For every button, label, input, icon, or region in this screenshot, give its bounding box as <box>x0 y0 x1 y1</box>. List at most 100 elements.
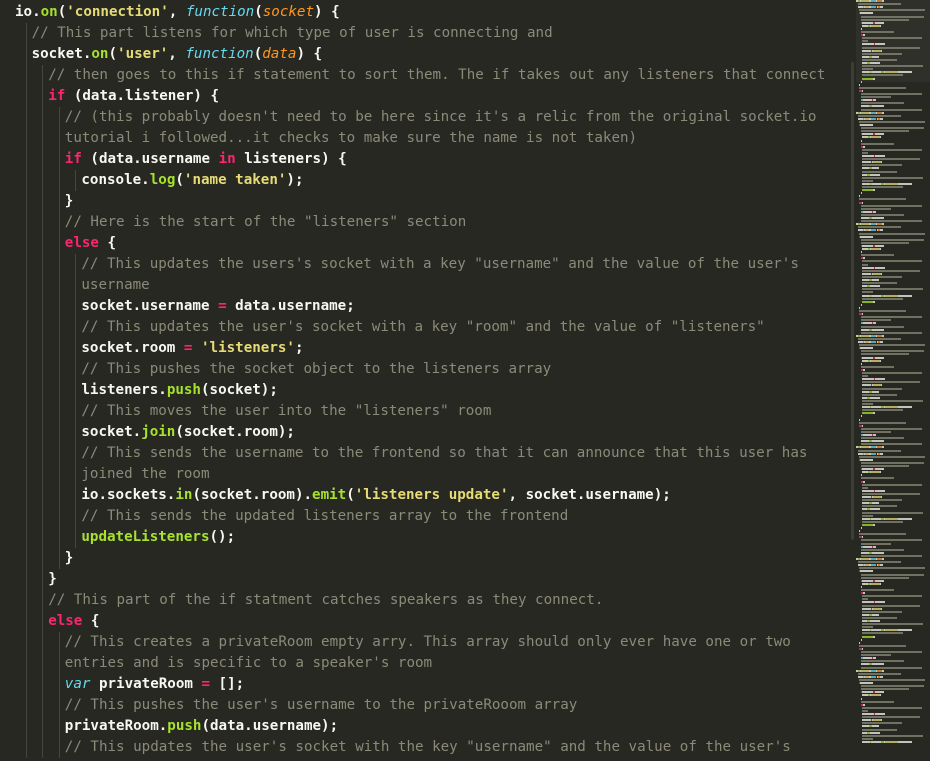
minimap-segment <box>874 21 885 24</box>
minimap-segment <box>860 316 922 319</box>
code-line[interactable]: tutorial i followed...it checks to make … <box>15 128 845 149</box>
code-line[interactable]: // This updates the user's socket with a… <box>15 317 845 338</box>
code-line[interactable]: var privateRoom = []; <box>15 674 845 695</box>
code-line[interactable]: // This moves the user into the "listene… <box>15 401 845 422</box>
minimap-segment <box>872 55 879 58</box>
indent-guide <box>42 569 44 590</box>
minimap[interactable] <box>856 0 930 761</box>
code-line[interactable]: joined the room <box>15 464 845 485</box>
code-line[interactable]: // This pushes the user's username to th… <box>15 695 845 716</box>
scrollbar-thumb[interactable] <box>851 62 854 540</box>
code-line[interactable]: // This pushes the socket object to the … <box>15 359 845 380</box>
code-line[interactable]: updateListeners(); <box>15 527 845 548</box>
minimap-segment <box>860 539 922 542</box>
minimap-segment <box>860 554 922 557</box>
minimap-segment <box>860 682 874 684</box>
code-line[interactable]: if (data.username in listeners) { <box>15 149 845 170</box>
minimap-segment <box>872 725 879 728</box>
minimap-segment <box>860 127 924 130</box>
code-line[interactable]: entries and is specific to a speaker's r… <box>15 653 845 674</box>
code-line[interactable]: // (this probably doesn't need to be her… <box>15 107 845 128</box>
code-token: else <box>64 235 99 251</box>
minimap-segment <box>885 517 899 520</box>
code-line[interactable]: // Here is the start of the "listeners" … <box>15 212 845 233</box>
code-line[interactable]: username <box>15 275 845 296</box>
code-line[interactable]: // This sends the username to the fronte… <box>15 443 845 464</box>
minimap-segment <box>879 248 881 250</box>
minimap-segment <box>872 105 884 108</box>
code-line[interactable]: socket.username = data.username; <box>15 296 845 317</box>
code-token: io. <box>15 4 41 20</box>
code-line[interactable]: else { <box>15 233 845 254</box>
minimap-segment <box>863 34 865 37</box>
minimap-segment <box>861 356 874 359</box>
code-line[interactable]: } <box>15 569 845 590</box>
code-line[interactable]: } <box>15 191 845 212</box>
indent-guide <box>42 170 44 191</box>
minimap-segment <box>862 297 904 300</box>
code-line[interactable]: else { <box>15 611 845 632</box>
code-area[interactable]: io.on('connection', function(socket) {//… <box>15 2 845 758</box>
code-line[interactable]: socket.on('user', function(data) { <box>15 44 845 65</box>
minimap-segment <box>859 344 925 347</box>
code-token: 'name taken' <box>183 172 287 188</box>
code-line[interactable]: // This part listens for which type of u… <box>15 23 845 44</box>
code-token: io.sockets. <box>81 487 176 503</box>
code-line[interactable]: // This updates the user's socket with t… <box>15 737 845 758</box>
code-line[interactable]: listeners.push(socket); <box>15 380 845 401</box>
minimap-segment <box>860 111 870 114</box>
minimap-segment <box>862 291 873 294</box>
code-token: privateRoom <box>90 676 202 692</box>
code-line[interactable]: if (data.listener) { <box>15 86 845 107</box>
indent-guide <box>25 191 27 212</box>
indent-guide <box>25 254 27 275</box>
minimap-segment <box>870 471 880 474</box>
code-line[interactable]: // This sends the updated listeners arra… <box>15 506 845 527</box>
code-token: // This pushes the socket object to the … <box>81 361 552 377</box>
code-line[interactable]: console.log('name taken'); <box>15 170 845 191</box>
code-token: , socket.username); <box>508 487 671 503</box>
minimap-segment <box>860 350 924 353</box>
indent-guide <box>25 275 27 296</box>
code-line[interactable]: io.sockets.in(socket.room).emit('listene… <box>15 485 845 506</box>
minimap-segment <box>869 173 880 176</box>
code-line[interactable]: // This part of the if statment catches … <box>15 590 845 611</box>
code-line[interactable]: privateRoom.push(data.username); <box>15 716 845 737</box>
code-token: join <box>141 424 176 440</box>
minimap-segment <box>863 703 865 706</box>
indent-guide <box>42 233 44 254</box>
minimap-segment <box>862 71 870 74</box>
code-token: ; <box>294 340 304 356</box>
minimap-segment <box>872 663 884 666</box>
code-line[interactable]: io.on('connection', function(socket) { <box>15 2 845 23</box>
minimap-segment <box>857 561 902 564</box>
minimap-segment <box>880 675 883 678</box>
indent-guide <box>75 527 77 548</box>
minimap-segment <box>879 136 881 139</box>
minimap-segment <box>860 542 892 545</box>
minimap-segment <box>860 204 922 207</box>
minimap-segment <box>898 406 912 409</box>
minimap-segment <box>874 489 886 492</box>
minimap-segment <box>860 573 924 576</box>
minimap-segment <box>862 607 871 610</box>
indent-guide <box>75 485 77 506</box>
code-token: 'connection' <box>66 4 169 20</box>
minimap-segment <box>872 217 884 219</box>
code-token: = <box>218 298 227 314</box>
minimap-segment <box>860 102 904 105</box>
code-line[interactable]: // This creates a privateRoom empty arry… <box>15 632 845 653</box>
code-line[interactable]: } <box>15 548 845 569</box>
code-line[interactable]: // then goes to this if statement to sor… <box>15 65 845 86</box>
indent-guide <box>42 464 44 485</box>
code-line[interactable]: socket.join(socket.room); <box>15 422 845 443</box>
indent-guide <box>58 422 60 443</box>
code-editor[interactable]: io.on('connection', function(socket) {//… <box>0 0 930 761</box>
code-line[interactable]: // This updates the users's socket with … <box>15 254 845 275</box>
minimap-segment <box>874 266 886 269</box>
minimap-segment <box>863 257 865 260</box>
code-line[interactable]: socket.room = 'listeners'; <box>15 338 845 359</box>
minimap-segment <box>880 341 883 343</box>
code-token: } <box>48 571 57 587</box>
indent-guide <box>75 443 77 464</box>
